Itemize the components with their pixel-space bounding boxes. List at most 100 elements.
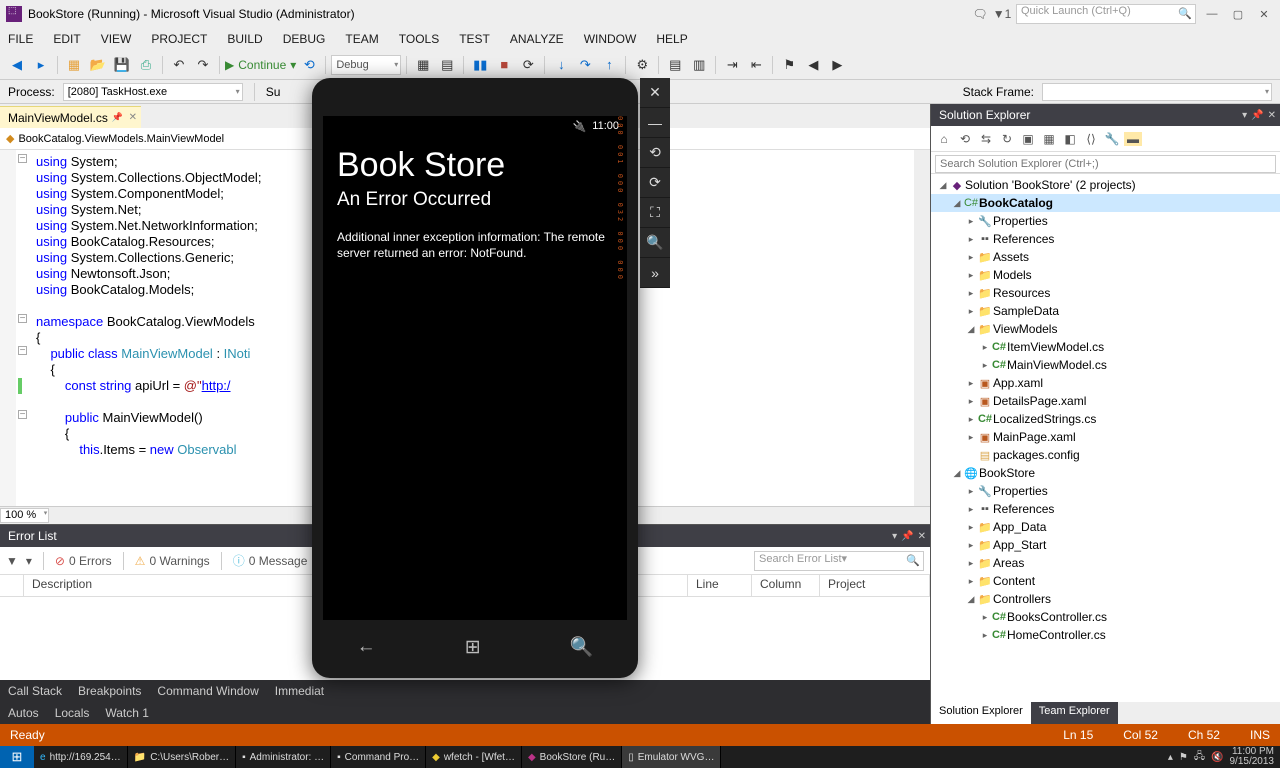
node-appstart[interactable]: ▸📁App_Start [931, 536, 1280, 554]
tab-mainviewmodel[interactable]: MainViewModel.cs 📌 ✕ [0, 106, 141, 128]
emu-close-icon[interactable]: ✕ [640, 78, 670, 108]
new-project-icon[interactable]: ▦ [63, 54, 85, 76]
save-all-icon[interactable]: ⎙ [135, 54, 157, 76]
process-dropdown[interactable]: [2080] TaskHost.exe [63, 83, 243, 101]
tray-volume-icon[interactable]: 🔇 [1211, 752, 1223, 763]
continue-button[interactable]: ▶ Continue ▾ [225, 58, 296, 72]
node-content[interactable]: ▸📁Content [931, 572, 1280, 590]
preview-icon[interactable]: ⟨⟩ [1082, 132, 1100, 146]
phone-search-icon[interactable]: 🔍 [570, 635, 594, 659]
quick-launch-input[interactable]: Quick Launch (Ctrl+Q)🔍 [1016, 4, 1196, 24]
tray-up-icon[interactable]: ▴ [1168, 752, 1173, 763]
collapse-icon[interactable]: ▣ [1019, 132, 1037, 146]
node-localizedstrings[interactable]: ▸C#LocalizedStrings.cs [931, 410, 1280, 428]
node-references2[interactable]: ▸▪▪References [931, 500, 1280, 518]
solution-node[interactable]: ◢◆Solution 'BookStore' (2 projects) [931, 176, 1280, 194]
notifications-icon[interactable]: ▼1 [994, 6, 1010, 22]
outline-toggle[interactable]: − [18, 410, 27, 419]
phone-back-icon[interactable]: ← [357, 636, 376, 658]
stackframe-dropdown[interactable] [1042, 83, 1272, 101]
tab-locals[interactable]: Locals [55, 706, 90, 720]
node-bookscontroller[interactable]: ▸C#BooksController.cs [931, 608, 1280, 626]
suspend-button[interactable]: Su [266, 85, 281, 99]
panel-close-icon[interactable]: ✕ [918, 531, 926, 542]
redo-icon[interactable]: ↷ [192, 54, 214, 76]
system-tray[interactable]: ▴ ⚑ 🖧 🔇 11:00 PM9/15/2013 [1162, 747, 1280, 767]
phone-emulator[interactable]: 🔌 11:00 Book Store An Error Occurred Add… [312, 78, 638, 678]
taskbar-wfetch[interactable]: ◆wfetch - [Wfet… [426, 746, 522, 768]
restart2-icon[interactable]: ⟳ [517, 54, 539, 76]
restore-button[interactable]: ▢ [1228, 8, 1248, 21]
nav-back-icon[interactable]: ◀ [6, 54, 28, 76]
outline-toggle[interactable]: − [18, 154, 27, 163]
phone-home-icon[interactable]: ⊞ [465, 636, 481, 659]
tab-autos[interactable]: Autos [8, 706, 39, 720]
step-into-icon[interactable]: ↓ [550, 54, 572, 76]
menu-view[interactable]: VIEW [101, 32, 132, 46]
sync-icon[interactable]: ⇆ [977, 132, 995, 146]
wrench-icon[interactable]: 🔧 [1103, 132, 1121, 146]
node-mainpage[interactable]: ▸▣MainPage.xaml [931, 428, 1280, 446]
editor-vscrollbar[interactable] [914, 150, 930, 506]
close-tab-icon[interactable]: ✕ [129, 112, 137, 123]
bookmark-prev-icon[interactable]: ◀ [802, 54, 824, 76]
taskbar-emulator[interactable]: ▯Emulator WVG… [622, 746, 721, 768]
menu-test[interactable]: TEST [459, 32, 490, 46]
bookmark-icon[interactable]: ⚑ [778, 54, 800, 76]
bookmark-next-icon[interactable]: ▶ [826, 54, 848, 76]
refresh-icon[interactable]: ↻ [998, 132, 1016, 146]
config-dropdown[interactable]: Debug [331, 55, 401, 75]
taskbar-cmd1[interactable]: ▪Administrator: … [236, 746, 331, 768]
indent-icon[interactable]: ⇥ [721, 54, 743, 76]
menu-build[interactable]: BUILD [227, 32, 262, 46]
col-column[interactable]: Column [752, 575, 820, 596]
node-properties[interactable]: ▸🔧Properties [931, 212, 1280, 230]
error-search-input[interactable]: Search Error List🔍▾ [754, 551, 924, 571]
menu-edit[interactable]: EDIT [53, 32, 80, 46]
node-assets[interactable]: ▸📁Assets [931, 248, 1280, 266]
menu-file[interactable]: FILE [8, 32, 33, 46]
open-icon[interactable]: 📂 [87, 54, 109, 76]
taskbar-vs[interactable]: ◆BookStore (Ru… [522, 746, 622, 768]
emu-fit-icon[interactable]: ⛶ [640, 198, 670, 228]
panel-close-icon[interactable]: ✕ [1268, 110, 1276, 121]
node-packages[interactable]: ▤packages.config [931, 446, 1280, 464]
panel-pin-icon[interactable]: 📌 [1251, 110, 1263, 121]
emu-zoom-icon[interactable]: 🔍 [640, 228, 670, 258]
node-appxaml[interactable]: ▸▣App.xaml [931, 374, 1280, 392]
tab-immediate[interactable]: Immediat [275, 684, 324, 698]
menu-help[interactable]: HELP [656, 32, 687, 46]
node-viewmodels[interactable]: ◢📁ViewModels [931, 320, 1280, 338]
comment-icon[interactable]: ▤ [664, 54, 686, 76]
step-out-icon[interactable]: ↑ [598, 54, 620, 76]
node-sampledata[interactable]: ▸📁SampleData [931, 302, 1280, 320]
layout-icon[interactable]: ▦ [412, 54, 434, 76]
close-button[interactable]: ✕ [1254, 8, 1274, 21]
menu-tools[interactable]: TOOLS [399, 32, 439, 46]
node-controllers[interactable]: ◢📁Controllers [931, 590, 1280, 608]
menu-window[interactable]: WINDOW [584, 32, 637, 46]
menu-debug[interactable]: DEBUG [283, 32, 326, 46]
taskbar-cmd2[interactable]: ▪Command Pro… [331, 746, 426, 768]
feedback-icon[interactable]: 🗨 [972, 6, 988, 22]
registers-icon[interactable]: ▤ [436, 54, 458, 76]
tab-team-explorer[interactable]: Team Explorer [1031, 702, 1118, 724]
home-icon[interactable]: ⌂ [935, 132, 953, 146]
tab-solution-explorer[interactable]: Solution Explorer [931, 702, 1031, 724]
solution-search[interactable] [931, 152, 1280, 174]
stop-icon[interactable]: ■ [493, 54, 515, 76]
tab-command-window[interactable]: Command Window [157, 684, 258, 698]
start-button[interactable]: ⊞ [0, 746, 34, 768]
node-itemviewmodel[interactable]: ▸C#ItemViewModel.cs [931, 338, 1280, 356]
tab-watch1[interactable]: Watch 1 [105, 706, 149, 720]
emu-rotate-right-icon[interactable]: ⟳ [640, 168, 670, 198]
emu-minimize-icon[interactable]: — [640, 108, 670, 138]
node-resources[interactable]: ▸📁Resources [931, 284, 1280, 302]
node-properties2[interactable]: ▸🔧Properties [931, 482, 1280, 500]
panel-dropdown-icon[interactable]: ▾ [1242, 110, 1247, 121]
node-homecontroller[interactable]: ▸C#HomeController.cs [931, 626, 1280, 644]
panel-pin-icon[interactable]: 📌 [901, 531, 913, 542]
tab-callstack[interactable]: Call Stack [8, 684, 62, 698]
undo-icon[interactable]: ↶ [168, 54, 190, 76]
pause-icon[interactable]: ▮▮ [469, 54, 491, 76]
